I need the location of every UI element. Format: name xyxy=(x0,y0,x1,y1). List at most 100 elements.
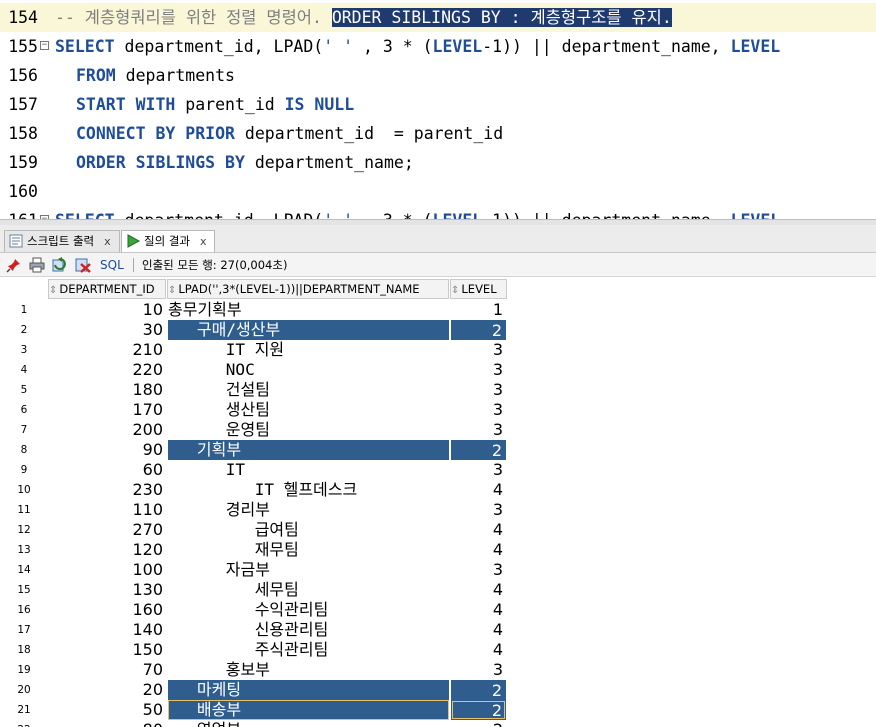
cell-level[interactable]: 3 xyxy=(451,560,506,580)
cell-level[interactable]: 4 xyxy=(451,480,506,500)
table-row[interactable]: 3 210 IT 지원 3 xyxy=(0,340,507,360)
row-number[interactable]: 20 xyxy=(0,680,48,700)
pin-icon[interactable] xyxy=(6,257,22,273)
cell-level[interactable]: 3 xyxy=(451,360,506,380)
code-line[interactable]: 155− SELECT department_id, LPAD(' ' , 3 *… xyxy=(0,32,876,61)
row-number[interactable]: 4 xyxy=(0,360,48,380)
cell-department-id[interactable]: 50 xyxy=(48,700,166,720)
cell-level[interactable]: 2 xyxy=(451,440,506,460)
cell-department-id[interactable]: 230 xyxy=(48,480,166,500)
row-number[interactable]: 8 xyxy=(0,440,48,460)
cell-level[interactable]: 3 xyxy=(451,400,506,420)
cell-department-id[interactable]: 270 xyxy=(48,520,166,540)
row-number[interactable]: 22 xyxy=(0,720,48,727)
tab-query-result[interactable]: 질의 결과 x xyxy=(121,230,215,252)
table-row[interactable]: 15 130 세무팀 4 xyxy=(0,580,507,600)
delete-icon[interactable] xyxy=(75,257,91,273)
cell-department-name[interactable]: 구매/생산부 xyxy=(168,320,449,340)
row-number[interactable]: 18 xyxy=(0,640,48,660)
cell-department-name[interactable]: IT xyxy=(168,460,449,480)
cell-department-id[interactable]: 130 xyxy=(48,580,166,600)
row-number[interactable]: 19 xyxy=(0,660,48,680)
cell-department-name[interactable]: 생산팀 xyxy=(168,400,449,420)
table-row[interactable]: 9 60 IT 3 xyxy=(0,460,507,480)
cell-department-id[interactable]: 20 xyxy=(48,680,166,700)
cell-department-id[interactable]: 90 xyxy=(48,440,166,460)
cell-department-name[interactable]: 자금부 xyxy=(168,560,449,580)
cell-department-name[interactable]: IT 헬프데스크 xyxy=(168,480,449,500)
sql-editor[interactable]: 154 -- 계층형쿼리를 위한 정렬 명령어. ORDER SIBLINGS B… xyxy=(0,0,876,219)
cell-department-name[interactable]: NOC xyxy=(168,360,449,380)
cell-level[interactable]: 3 xyxy=(451,500,506,520)
cell-level[interactable]: 2 xyxy=(451,700,506,720)
row-number[interactable]: 16 xyxy=(0,600,48,620)
code-line[interactable]: 156 FROM departments xyxy=(0,61,876,90)
table-row[interactable]: 11 110 경리부 3 xyxy=(0,500,507,520)
close-icon[interactable]: x xyxy=(104,235,111,248)
cell-department-id[interactable]: 220 xyxy=(48,360,166,380)
cell-level[interactable]: 4 xyxy=(451,640,506,660)
table-row[interactable]: 7 200 운영팀 3 xyxy=(0,420,507,440)
row-number[interactable]: 3 xyxy=(0,340,48,360)
cell-department-id[interactable]: 10 xyxy=(48,300,166,320)
cell-department-name[interactable]: 재무팀 xyxy=(168,540,449,560)
print-icon[interactable] xyxy=(29,257,45,273)
cell-department-name[interactable]: 기획부 xyxy=(168,440,449,460)
cell-department-name[interactable]: 홍보부 xyxy=(168,660,449,680)
cell-department-id[interactable]: 140 xyxy=(48,620,166,640)
code-line[interactable]: 154 -- 계층형쿼리를 위한 정렬 명령어. ORDER SIBLINGS B… xyxy=(0,3,876,32)
cell-department-id[interactable]: 60 xyxy=(48,460,166,480)
table-row[interactable]: 2280 영업부2 xyxy=(0,720,507,727)
column-header-department-id[interactable]: ⇕ DEPARTMENT_ID xyxy=(48,279,166,299)
table-row[interactable]: 21 50 배송부 2 xyxy=(0,700,507,720)
cell-level[interactable]: 3 xyxy=(451,460,506,480)
cell-department-id[interactable]: 80 xyxy=(48,720,166,727)
row-number[interactable]: 5 xyxy=(0,380,48,400)
row-number[interactable]: 14 xyxy=(0,560,48,580)
cell-department-id[interactable]: 200 xyxy=(48,420,166,440)
cell-department-name[interactable]: 운영팀 xyxy=(168,420,449,440)
table-row[interactable]: 10 230 IT 헬프데스크 4 xyxy=(0,480,507,500)
table-row[interactable]: 8 90 기획부 2 xyxy=(0,440,507,460)
cell-level[interactable]: 1 xyxy=(451,300,506,320)
cell-department-id[interactable]: 170 xyxy=(48,400,166,420)
cell-department-id[interactable]: 160 xyxy=(48,600,166,620)
cell-department-id[interactable]: 210 xyxy=(48,340,166,360)
cell-department-name[interactable]: 급여팀 xyxy=(168,520,449,540)
cell-department-id[interactable]: 100 xyxy=(48,560,166,580)
row-number[interactable]: 7 xyxy=(0,420,48,440)
cell-level[interactable]: 3 xyxy=(451,340,506,360)
cell-department-id[interactable]: 30 xyxy=(48,320,166,340)
cell-department-name[interactable]: 수익관리팀 xyxy=(168,600,449,620)
cell-department-id[interactable]: 70 xyxy=(48,660,166,680)
table-row[interactable]: 18 150 주식관리팀 4 xyxy=(0,640,507,660)
table-row[interactable]: 12 270 급여팀 4 xyxy=(0,520,507,540)
cell-level[interactable]: 3 xyxy=(451,420,506,440)
code-line[interactable]: 159 ORDER SIBLINGS BY department_name; xyxy=(0,148,876,177)
cell-department-name[interactable]: 배송부 xyxy=(168,700,449,720)
cell-level[interactable]: 4 xyxy=(451,600,506,620)
table-row[interactable]: 6 170 생산팀 3 xyxy=(0,400,507,420)
fold-toggle-icon[interactable]: − xyxy=(40,41,49,50)
row-number[interactable]: 15 xyxy=(0,580,48,600)
cell-department-name[interactable]: 주식관리팀 xyxy=(168,640,449,660)
cell-department-name[interactable]: 마케팅 xyxy=(168,680,449,700)
row-number[interactable]: 11 xyxy=(0,500,48,520)
cell-level[interactable]: 2 xyxy=(451,680,506,700)
code-line[interactable]: 157 START WITH parent_id IS NULL xyxy=(0,90,876,119)
cell-level[interactable]: 4 xyxy=(451,540,506,560)
cell-department-name[interactable]: 신용관리팀 xyxy=(168,620,449,640)
row-number[interactable]: 1 xyxy=(0,300,48,320)
row-number[interactable]: 9 xyxy=(0,460,48,480)
cell-department-name[interactable]: 영업부 xyxy=(168,720,449,727)
refresh-icon[interactable] xyxy=(52,257,68,273)
code-line[interactable]: 158 CONNECT BY PRIOR department_id = pare… xyxy=(0,119,876,148)
cell-department-id[interactable]: 150 xyxy=(48,640,166,660)
cell-level[interactable]: 2 xyxy=(451,720,506,727)
cell-department-name[interactable]: 총무기획부 xyxy=(168,300,449,320)
tab-script-output[interactable]: 스크립트 출력 x xyxy=(4,230,120,252)
row-number[interactable]: 2 xyxy=(0,320,48,340)
cell-level[interactable]: 4 xyxy=(451,520,506,540)
cell-level[interactable]: 2 xyxy=(451,320,506,340)
row-number[interactable]: 13 xyxy=(0,540,48,560)
